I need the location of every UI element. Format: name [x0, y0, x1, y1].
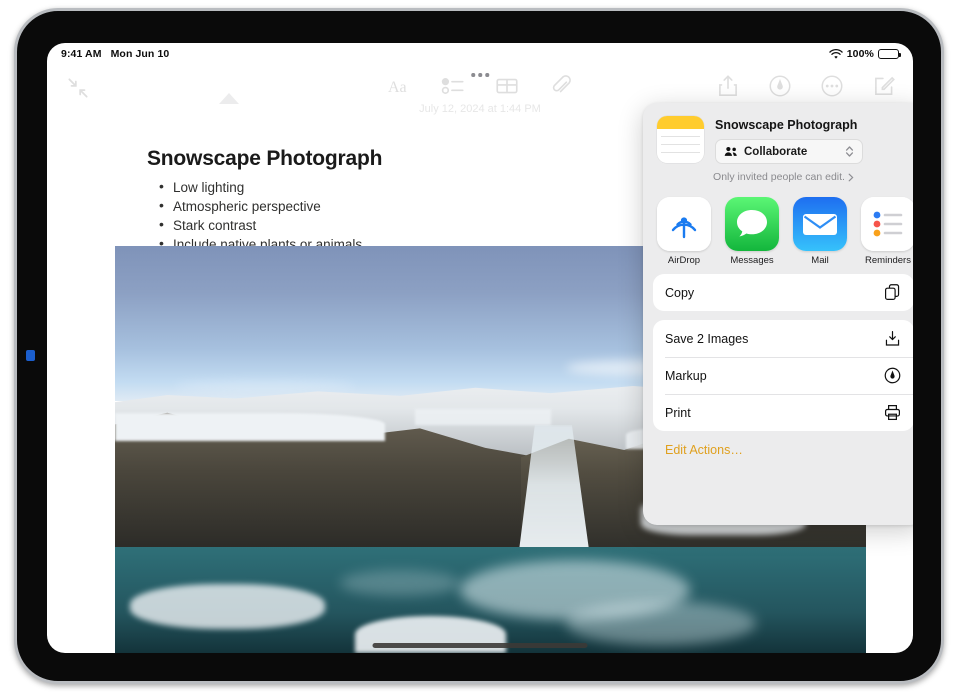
action-label: Copy	[665, 286, 883, 300]
share-sheet-header: Snowscape Photograph Collaborate	[643, 103, 913, 191]
svg-text:Aa: Aa	[388, 79, 407, 96]
permission-note[interactable]: Only invited people can edit.	[657, 171, 910, 183]
checklist-icon[interactable]	[440, 73, 466, 99]
share-app-airdrop[interactable]: AirDrop	[657, 197, 711, 266]
battery-percent: 100%	[847, 48, 874, 60]
action-label: Print	[665, 406, 883, 420]
home-indicator[interactable]	[373, 643, 588, 648]
collaborate-dropdown[interactable]: Collaborate	[715, 139, 863, 164]
list-item: Stark contrast	[155, 216, 362, 235]
share-app-mail[interactable]: Mail	[793, 197, 847, 266]
share-sheet-title: Snowscape Photograph	[715, 118, 910, 132]
note-date-ghost: July 12, 2024 at 1:44 PM	[419, 103, 541, 115]
markup-pen-icon[interactable]	[767, 73, 793, 99]
permission-text: Only invited people can edit.	[713, 171, 845, 183]
side-indicator	[26, 350, 35, 361]
share-actions-secondary: Save 2 Images Markup	[653, 320, 913, 431]
action-label: Save 2 Images	[665, 332, 883, 346]
attachment-icon[interactable]	[548, 73, 574, 99]
notes-app-icon	[657, 116, 704, 163]
share-app-messages[interactable]: Messages	[725, 197, 779, 266]
more-options-icon[interactable]	[819, 73, 845, 99]
share-app-reminders[interactable]: Reminders	[861, 197, 913, 266]
compose-icon[interactable]	[871, 73, 897, 99]
share-sheet-arrow	[219, 93, 239, 104]
collapse-arrows-icon[interactable]	[65, 75, 91, 101]
save-download-icon	[883, 329, 902, 348]
status-bar: 9:41 AM Mon Jun 10 100%	[47, 43, 913, 65]
status-time: 9:41 AM	[61, 48, 102, 60]
markup-pen-icon	[883, 366, 902, 385]
share-apps-row[interactable]: AirDrop Messages	[643, 191, 913, 274]
action-print[interactable]: Print	[653, 394, 913, 431]
note-bullet-list: Low lighting Atmospheric perspective Sta…	[155, 178, 362, 254]
wifi-icon	[829, 49, 843, 60]
list-item: Atmospheric perspective	[155, 197, 362, 216]
printer-icon	[883, 403, 902, 422]
collaborate-label: Collaborate	[744, 146, 839, 158]
table-icon[interactable]	[494, 73, 520, 99]
app-label: Reminders	[861, 255, 913, 266]
action-save-images[interactable]: Save 2 Images	[653, 320, 913, 357]
action-label: Markup	[665, 369, 883, 383]
share-sheet: Snowscape Photograph Collaborate	[643, 103, 913, 525]
ipad-device-frame: 9:41 AM Mon Jun 10 100%	[14, 8, 944, 684]
format-text-icon[interactable]: Aa	[386, 73, 412, 99]
chevron-right-icon	[848, 173, 854, 182]
ipad-screen: 9:41 AM Mon Jun 10 100%	[47, 43, 913, 653]
chevron-up-down-icon	[845, 145, 854, 158]
list-item: Low lighting	[155, 178, 362, 197]
people-icon	[724, 146, 738, 157]
action-copy[interactable]: Copy	[653, 274, 913, 311]
status-date: Mon Jun 10	[111, 48, 170, 60]
action-markup[interactable]: Markup	[653, 357, 913, 394]
app-label: Messages	[725, 255, 779, 266]
share-actions-primary: Copy	[653, 274, 913, 311]
share-icon[interactable]	[715, 73, 741, 99]
copy-icon	[883, 283, 902, 302]
page-title: Snowscape Photograph	[147, 147, 382, 171]
battery-icon	[878, 49, 899, 59]
app-label: Mail	[793, 255, 847, 266]
edit-actions-button[interactable]: Edit Actions…	[643, 440, 913, 457]
app-label: AirDrop	[657, 255, 711, 266]
